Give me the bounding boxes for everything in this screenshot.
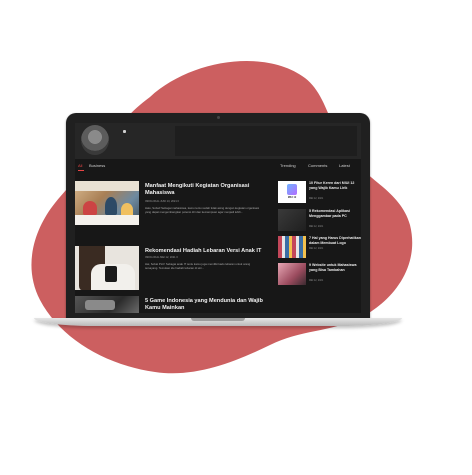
sidebar-post[interactable]: 9 Website untuk Mahasiswa yang Bisa Tamb…	[278, 263, 360, 287]
tab-trending[interactable]: Trending	[280, 163, 296, 168]
laptop-screen: All Business Trending Comments Latest Ma…	[75, 123, 361, 313]
article-thumbnail[interactable]	[75, 181, 139, 225]
sidebar-post[interactable]: 5 Rekomendasi Aplikasi Menggambar pada P…	[278, 209, 360, 233]
header-dot	[123, 130, 126, 133]
sidebar-post[interactable]: MIUI 12 10 Fitur Keren dari MIUI 12 yang…	[278, 181, 360, 205]
sidebar-post-date: MEI 12, 2021	[309, 247, 324, 250]
sidebar-post-title[interactable]: 7 Hal yang Harus Diperhatikan dalam Memb…	[309, 236, 361, 245]
camera-dot	[217, 116, 220, 119]
header-banner	[175, 126, 357, 156]
sidebar-post[interactable]: 7 Hal yang Harus Diperhatikan dalam Memb…	[278, 236, 361, 260]
article-excerpt: Hai, Sobat PLC! Sebagai anak IT tentu ka…	[145, 262, 251, 270]
nav-item-business[interactable]: Business	[89, 163, 105, 168]
nav-active-indicator	[78, 170, 84, 171]
tab-latest[interactable]: Latest	[339, 163, 350, 168]
thumbnail-badge-text: MIUI 12	[287, 196, 297, 199]
miui-logo-icon	[287, 184, 297, 195]
nav-bar: All Business Trending Comments Latest	[75, 161, 361, 173]
sidebar-thumbnail[interactable]	[278, 263, 306, 285]
article-excerpt: Halo, Sobat! Sebagai mahasiswa, kamu ten…	[145, 206, 260, 214]
laptop-base-notch	[191, 318, 245, 321]
article-meta: INFOLOKAL MEI 12, 2021 0	[145, 256, 178, 259]
logo-avatar[interactable]	[81, 125, 109, 155]
article-title[interactable]: Rekomendasi Hadiah Lebaran Versi Anak IT	[145, 248, 265, 255]
laptop-lid: All Business Trending Comments Latest Ma…	[66, 113, 370, 320]
sidebar-thumbnail[interactable]	[278, 209, 306, 231]
site-header	[75, 123, 361, 159]
article-title[interactable]: 5 Game Indonesia yang Mendunia dan Wajib…	[145, 298, 265, 312]
sidebar-thumbnail[interactable]	[278, 236, 306, 258]
tab-comments[interactable]: Comments	[308, 163, 327, 168]
sidebar-post-title[interactable]: 5 Rekomendasi Aplikasi Menggambar pada P…	[309, 209, 361, 218]
article-thumbnail[interactable]	[75, 296, 139, 313]
sidebar-post-title[interactable]: 9 Website untuk Mahasiswa yang Bisa Tamb…	[309, 263, 361, 272]
laptop-base	[34, 318, 402, 326]
article-title[interactable]: Manfaat Mengikuti Kegiatan Organisasi Ma…	[145, 183, 265, 197]
nav-item-home[interactable]: All	[78, 163, 82, 168]
sidebar-post-title[interactable]: 10 Fitur Keren dari MIUI 12 yang Wajib K…	[309, 181, 361, 190]
sidebar-thumbnail[interactable]: MIUI 12	[278, 181, 306, 203]
sidebar-post-date: MEI 12, 2021	[309, 225, 324, 228]
article-meta: INFOLOKAL JUNI 13, 2021 0	[145, 200, 179, 203]
sidebar-post-date: MEI 12, 2021	[309, 279, 324, 282]
sidebar-post-date: MEI 12, 2021	[309, 197, 324, 200]
article-thumbnail[interactable]	[75, 246, 139, 290]
